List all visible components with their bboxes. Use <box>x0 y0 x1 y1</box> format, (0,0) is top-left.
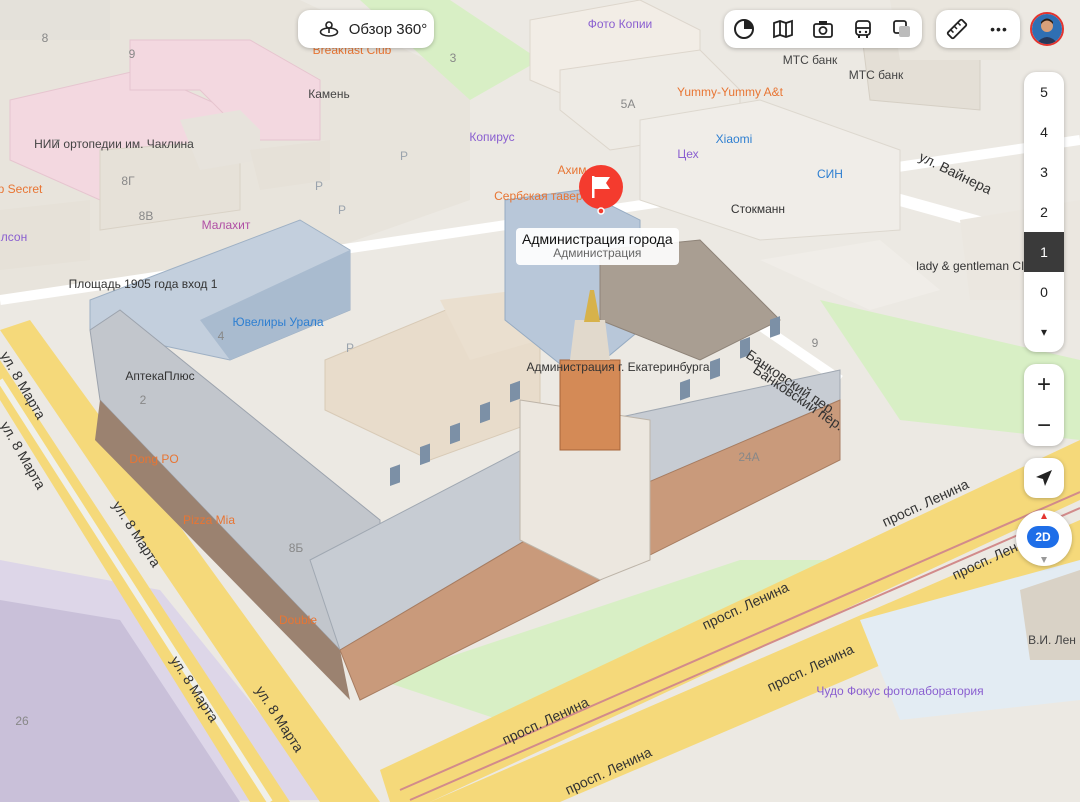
place-title: Администрация города <box>522 231 673 247</box>
floor-2-button[interactable]: 2 <box>1024 192 1064 232</box>
layer-transit-button[interactable] <box>843 10 883 48</box>
layer-traffic-button[interactable] <box>724 10 764 48</box>
poi-label: Double <box>279 613 317 627</box>
poi-label: МТС банк <box>849 68 904 82</box>
poi-label: СИН <box>817 167 843 181</box>
zoom-control: + − <box>1024 364 1064 446</box>
house-number: 5А <box>621 97 636 111</box>
street-label: ул. 8 Марта <box>0 349 49 423</box>
house-number: 9 <box>129 47 136 61</box>
house-number: 24А <box>738 450 759 464</box>
selected-place-tooltip[interactable]: Администрация города Администрация <box>516 228 679 265</box>
bus-icon <box>854 20 871 38</box>
poi-label: Копирус <box>469 130 514 144</box>
street-label: просп. Ленина <box>880 476 972 530</box>
poi-label: Камень <box>308 87 349 101</box>
house-number: 2 <box>140 393 147 407</box>
street-label: Банковский пер. <box>750 361 847 433</box>
house-number: 3 <box>450 51 457 65</box>
poi-label: p Secret <box>0 182 43 196</box>
more-button[interactable]: ••• <box>978 10 1020 48</box>
traffic-icon <box>733 19 754 39</box>
poi-label: Чудо Фокус фотолаборатория <box>816 684 983 698</box>
house-number: 9 <box>812 336 819 350</box>
zoom-out-button[interactable]: − <box>1024 405 1064 446</box>
house-number: 7 <box>54 137 61 151</box>
floor-selector: 5 4 3 2 1 0 ▾ <box>1024 72 1064 352</box>
layer-panels-button[interactable] <box>882 10 922 48</box>
floor-4-button[interactable]: 4 <box>1024 112 1064 152</box>
street-label: просп. Ленина <box>563 744 655 798</box>
poi-label: Xiaomi <box>716 132 753 146</box>
panorama-label: Обзор 360° <box>348 20 428 38</box>
place-subtitle: Администрация <box>553 246 642 261</box>
ruler-button[interactable] <box>936 10 978 48</box>
layers-toolbar <box>724 10 922 48</box>
poi-label: АптекаПлюс <box>125 369 194 383</box>
poi-label: lady & gentleman CITY <box>916 259 1039 273</box>
street-label: просп. Ленина <box>500 694 592 748</box>
street-label: ул. 8 Марта <box>109 498 164 570</box>
layer-camera-button[interactable] <box>803 10 843 48</box>
poi-label: Pizza Mia <box>183 513 235 527</box>
poi-label: Малахит <box>202 218 251 232</box>
house-number: 26 <box>15 714 29 728</box>
house-number: 8В <box>139 209 154 223</box>
view-mode-2d: 2D <box>1027 526 1059 548</box>
house-number: 8Г <box>121 174 135 188</box>
floor-0-button[interactable]: 0 <box>1024 272 1064 312</box>
poi-label: Администрация г. Екатеринбурга <box>526 360 709 374</box>
street-label: ул. 8 Марта <box>167 653 222 725</box>
street-label: ул. Вайнера <box>917 148 995 197</box>
map-icon <box>773 19 794 39</box>
location-arrow-icon <box>1036 470 1052 486</box>
layer-map-mode-button[interactable] <box>764 10 804 48</box>
poi-label: Цех <box>677 147 698 161</box>
house-number: 8 <box>42 31 49 45</box>
ruler-icon <box>946 18 968 40</box>
poi-label: лсон <box>1 230 27 244</box>
poi-label: Площадь 1905 года вход 1 <box>69 277 218 291</box>
street-label: просп. Ленина <box>700 579 792 633</box>
my-location-button[interactable] <box>1024 458 1064 498</box>
floor-3-button[interactable]: 3 <box>1024 152 1064 192</box>
poi-label: Yummy-Yummy A&t <box>677 85 784 99</box>
poi-label: Ювелиры Урала <box>232 315 323 329</box>
floor-5-button[interactable]: 5 <box>1024 72 1064 112</box>
selected-place-marker[interactable] <box>578 165 626 215</box>
avatar <box>1032 14 1062 44</box>
street-label: ул. 8 Марта <box>0 419 49 493</box>
panorama-360-button[interactable]: Обзор 360° <box>298 10 434 48</box>
layers-icon <box>893 20 911 37</box>
camera-icon <box>813 21 833 38</box>
floor-1-button[interactable]: 1 <box>1024 232 1064 272</box>
house-number: 4 <box>218 329 225 343</box>
zoom-in-button[interactable]: + <box>1024 364 1064 405</box>
panorama-360-icon <box>319 21 339 37</box>
tools-toolbar: ••• <box>936 10 1020 48</box>
poi-label: МТС банк <box>783 53 838 67</box>
street-label: ул. 8 Марта <box>252 683 307 755</box>
house-number: 8Б <box>289 541 304 555</box>
map-labels: ул. 8 Марта ул. 8 Марта ул. 8 Марта ул. … <box>0 17 1076 798</box>
more-icon: ••• <box>990 21 1008 37</box>
poi-label: Фото Копии <box>588 17 652 31</box>
floor-more-button[interactable]: ▾ <box>1024 312 1064 352</box>
poi-label: Стокманн <box>731 202 785 216</box>
poi-label: В.И. Лен <box>1028 633 1076 647</box>
user-avatar-button[interactable] <box>1030 12 1064 46</box>
compass-view-toggle[interactable]: 2D <box>1016 510 1072 566</box>
poi-label: Dong PO <box>129 452 178 466</box>
